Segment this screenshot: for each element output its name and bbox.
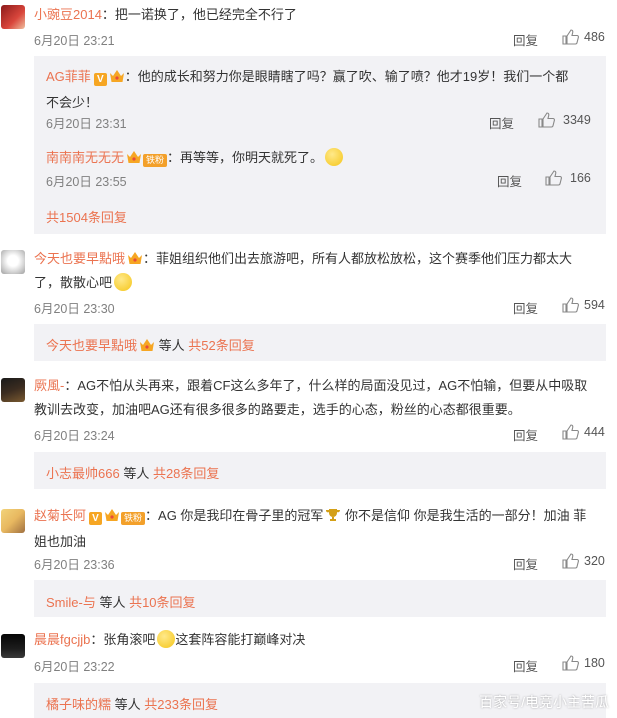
more-replies-count[interactable]: 共10条回复	[129, 595, 195, 610]
username-link[interactable]: 晨晨fgcjjb	[34, 632, 90, 647]
like-icon[interactable]	[562, 553, 579, 569]
comment-text: ：再等等，你明天就死了。	[167, 150, 324, 165]
avatar[interactable]	[1, 634, 25, 658]
comment-body: 赵菊长阿 V 铁粉 ：AG 你是我印在骨子里的冠军 你不是信仰 你是我生活的一部分！加…	[34, 503, 609, 555]
more-replies-label: 等人	[155, 338, 189, 353]
more-replies-link[interactable]: 橘子味的糯 等人 共233条回复	[46, 694, 218, 713]
username-link[interactable]: 小志最帅666	[46, 466, 120, 481]
comment-text: 教训去改变，加油吧AG还有很多很多的路要走，选手的心态，粉丝的心态都很重要。	[34, 402, 521, 417]
like-count: 320	[584, 554, 605, 568]
more-replies-label: 等人	[111, 697, 145, 712]
crown-icon	[109, 70, 124, 82]
username-link[interactable]: 赵菊长阿	[34, 508, 86, 523]
reply-button[interactable]: 回复	[513, 298, 538, 317]
watermark: 百家号/电竞小主苦瓜	[479, 694, 609, 710]
comment-body: 晨晨fgcjjb：张角滚吧 这套阵容能打巅峰对决	[34, 630, 305, 650]
more-replies-count[interactable]: 共52条回复	[188, 338, 254, 353]
hug-emoji-icon	[114, 273, 133, 291]
trophy-icon	[326, 509, 341, 521]
reply-button[interactable]: 回复	[497, 171, 522, 190]
smile-emoji-icon	[157, 630, 176, 648]
comment-date: 6月20日 23:24	[34, 429, 115, 443]
username-link[interactable]: 橘子味的糯	[46, 697, 111, 712]
verified-icon: V	[89, 512, 103, 525]
comment-date: 6月20日 23:22	[34, 660, 115, 674]
more-replies-label: 等人	[95, 595, 130, 610]
like-count: 166	[570, 171, 591, 185]
comment-text: 姐也加油	[34, 534, 87, 549]
like-count: 594	[584, 298, 605, 312]
username-link[interactable]: AG菲菲	[46, 69, 91, 84]
username-link[interactable]: 今天也要早點哦	[34, 251, 125, 266]
comment-text: ：菲姐组织他们出去旅游吧，所有人都放松放松，这个赛季他们压力都太大	[143, 251, 573, 266]
avatar[interactable]	[1, 509, 25, 533]
username-link[interactable]: 今天也要早點哦	[46, 338, 137, 353]
like-count: 444	[584, 425, 605, 439]
reply-button[interactable]: 回复	[513, 554, 538, 573]
comment-date: 6月20日 23:21	[34, 34, 115, 48]
comment-date: 6月20日 23:55	[46, 175, 127, 189]
reply-button[interactable]: 回复	[513, 30, 538, 49]
more-replies-count[interactable]: 共28条回复	[153, 466, 219, 481]
comment-body: 今天也要早點哦 ：菲姐组织他们出去旅游吧，所有人都放松放松，这个赛季他们压力都太大…	[34, 247, 594, 295]
reply-button[interactable]: 回复	[513, 425, 538, 444]
crown-icon	[128, 252, 143, 264]
username-link[interactable]: 厥風-	[34, 378, 64, 393]
more-replies-link[interactable]: 小志最帅666 等人 共28条回复	[46, 463, 219, 482]
verified-icon: V	[93, 73, 107, 86]
comment-text: ：把一诺换了，他已经完全不行了	[101, 7, 297, 22]
avatar[interactable]	[1, 5, 25, 29]
more-replies-link[interactable]: Smile-与 等人 共10条回复	[46, 592, 196, 611]
comment-text: 这套阵容能打巅峰对决	[175, 632, 306, 647]
comment-text: ：他的成长和努力你是眼睛瞎了吗？赢了吹、输了喷？他才19岁！我们一个都	[124, 69, 569, 84]
crown-icon	[140, 339, 155, 351]
reply-button[interactable]: 回复	[489, 113, 514, 132]
like-count: 3349	[563, 113, 591, 127]
username-link[interactable]: 小豌豆2014	[34, 7, 102, 22]
comment-date: 6月20日 23:31	[46, 117, 127, 131]
like-icon[interactable]	[545, 170, 562, 186]
comment-text: ：AG 你是我印在骨子里的冠军	[145, 508, 324, 523]
comment-body: 厥風-：AG不怕从头再来，跟着CF这么多年了，什么样的局面没见过，AG不怕输，但…	[34, 374, 609, 422]
username-link[interactable]: Smile-与	[46, 595, 96, 610]
comment-body: 小豌豆2014：把一诺换了，他已经完全不行了	[34, 6, 297, 24]
comment-text: ：张角滚吧	[90, 632, 156, 647]
comment-date: 6月20日 23:30	[34, 302, 115, 316]
like-icon[interactable]	[538, 112, 555, 128]
like-count: 486	[584, 30, 605, 44]
fan-badge: 铁粉	[121, 512, 146, 525]
comment-text: 你不是信仰 你是我生活的一部分！加油 菲	[341, 508, 587, 523]
avatar[interactable]	[1, 250, 25, 274]
username-link[interactable]: 南南南无无无	[46, 150, 124, 165]
comment-text: 不会少！	[46, 95, 99, 110]
more-replies-count[interactable]: 共233条回复	[144, 697, 218, 712]
fan-badge: 铁粉	[143, 154, 168, 167]
like-icon[interactable]	[562, 424, 579, 440]
more-replies-label: 等人	[119, 466, 153, 481]
like-icon[interactable]	[562, 297, 579, 313]
comment-date: 6月20日 23:36	[34, 558, 115, 572]
sub-reply: AG菲菲 V ：他的成长和努力你是眼睛瞎了吗？赢了吹、输了喷？他才19岁！我们一个都…	[46, 64, 596, 116]
crown-icon	[127, 151, 142, 163]
reply-button[interactable]: 回复	[513, 656, 538, 675]
more-replies-link[interactable]: 共1504条回复	[46, 207, 127, 226]
comment-text: 了，散散心吧	[34, 275, 113, 290]
sub-reply: 南南南无无无 铁粉 ：再等等，你明天就死了。	[46, 148, 344, 167]
crown-icon	[105, 509, 120, 521]
more-replies-link[interactable]: 今天也要早點哦 等人 共52条回复	[46, 335, 255, 354]
like-icon[interactable]	[562, 655, 579, 671]
smile-emoji-icon	[325, 148, 344, 166]
like-count: 180	[584, 656, 605, 670]
avatar[interactable]	[1, 378, 25, 402]
like-icon[interactable]	[562, 29, 579, 45]
comment-text: ：AG不怕从头再来，跟着CF这么多年了，什么样的局面没见过，AG不怕输，但要从中…	[64, 378, 588, 393]
